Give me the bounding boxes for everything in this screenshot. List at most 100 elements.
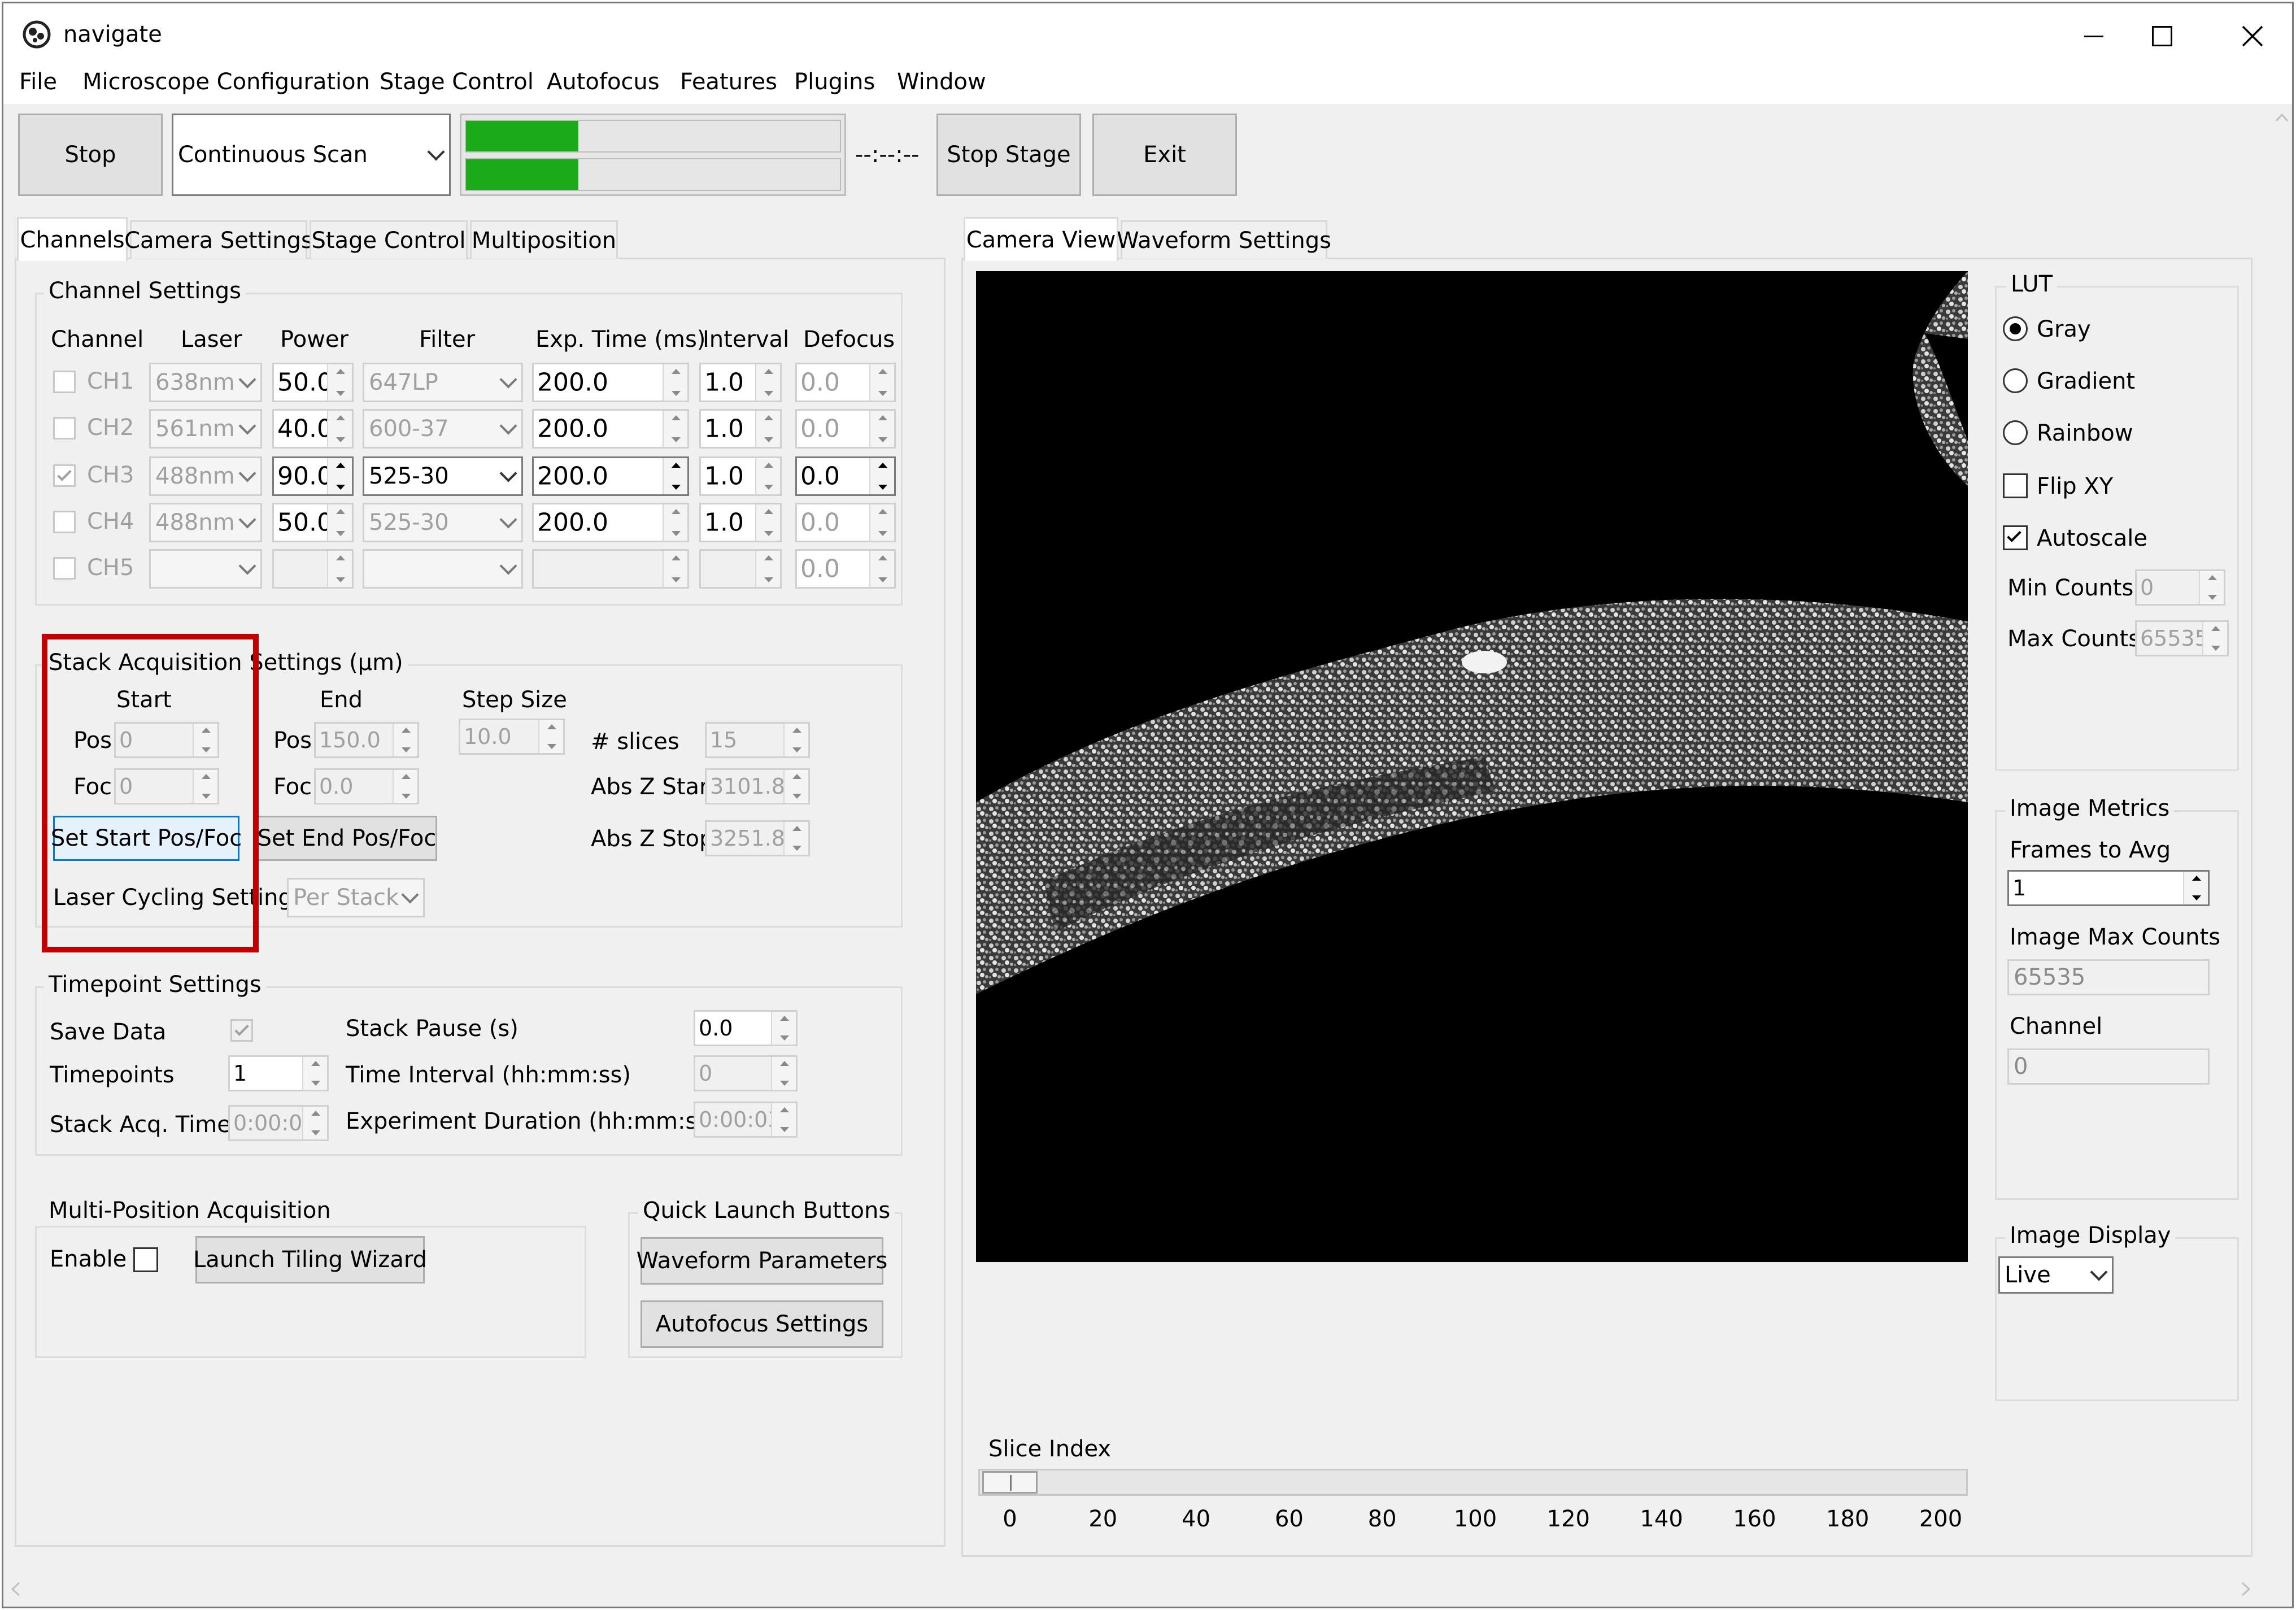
menu-microscope-configuration[interactable]: Microscope Configuration [82,69,370,95]
interval-spinbox[interactable]: 1.0 [699,503,782,542]
exposure-spinbox[interactable]: 200.0 [532,409,689,449]
interval-spinbox[interactable]: 1.0 [699,363,782,402]
stack-pause-spinbox[interactable]: 0.0 [694,1010,798,1046]
lut-rainbow-radio[interactable] [2003,420,2028,445]
spin-arrows-icon [302,1107,327,1139]
defocus-spinbox[interactable]: 0.0 [795,503,896,542]
filter-select[interactable]: 525-30 [363,456,523,496]
tab-waveform-settings[interactable]: Waveform Settings [1117,220,1331,259]
end-pos-spinbox[interactable]: 150.0 [314,722,419,758]
frames-to-avg-spinbox[interactable]: 1 [2007,870,2210,906]
exposure-spinbox[interactable]: 200.0 [532,503,689,542]
filter-select[interactable]: 525-30 [363,503,523,542]
flip-xy-checkbox[interactable] [2003,473,2028,498]
slice-tick-label: 120 [1546,1506,1590,1532]
channel-checkbox[interactable] [53,557,76,580]
minimize-button[interactable] [2059,20,2127,52]
waveform-parameters-button[interactable]: Waveform Parameters [637,1237,887,1285]
timepoints-spinbox[interactable]: 1 [228,1055,329,1091]
exposure-value: 200.0 [537,414,608,443]
save-data-checkbox[interactable] [230,1019,253,1042]
tab-camera-view[interactable]: Camera View [964,217,1118,261]
camera-image[interactable] [976,271,1968,1262]
laser-cycling-select[interactable]: Per Stack [287,878,425,917]
spin-arrows-icon [2202,622,2227,655]
interval-spinbox[interactable] [699,549,782,589]
channel-checkbox[interactable] [53,511,76,533]
filter-select[interactable]: 647LP [363,363,523,402]
tab-channels[interactable]: Channels [17,217,128,261]
laser-select[interactable] [149,549,262,589]
defocus-spinbox[interactable]: 0.0 [795,409,896,449]
power-spinbox[interactable]: 40.0 [272,409,354,449]
menu-file[interactable]: File [19,69,57,95]
lut-gradient-radio[interactable] [2003,368,2028,393]
laser-select[interactable]: 638nm [149,363,262,402]
vertical-scrollbar[interactable] [2272,104,2292,1573]
filter-select[interactable] [363,549,523,589]
menu-window[interactable]: Window [897,69,986,95]
step-size-spinbox[interactable]: 10.0 [459,719,565,755]
power-value: 50.0 [277,368,333,397]
launch-tiling-wizard-button[interactable]: Launch Tiling Wizard [193,1236,427,1283]
time-interval-spinbox[interactable]: 0 [694,1055,798,1091]
filter-select[interactable]: 600-37 [363,409,523,449]
slice-index-slider[interactable] [978,1469,1968,1496]
menu-autofocus[interactable]: Autofocus [547,69,660,95]
chevron-down-icon [499,417,517,435]
image-display-select[interactable]: Live [1998,1256,2114,1294]
menu-plugins[interactable]: Plugins [794,69,875,95]
image-max-counts-label: Image Max Counts [2010,924,2221,950]
acquisition-mode-select[interactable]: Continuous Scan [172,114,451,196]
tab-camera-settings[interactable]: Camera Settings [124,220,313,259]
slice-tick-label: 180 [1826,1506,1870,1532]
defocus-spinbox[interactable]: 0.0 [795,456,896,496]
lut-gray-radio[interactable] [2003,316,2028,341]
stop-button[interactable]: Stop [18,114,163,196]
min-counts-spinbox[interactable]: 0 [2135,569,2225,606]
highlight-box [42,634,259,952]
stack-acq-time-spinbox[interactable]: 0:00:03 [228,1105,329,1141]
maximize-button[interactable] [2127,20,2195,52]
tab-stage-control[interactable]: Stage Control [310,220,468,259]
exposure-spinbox[interactable] [532,549,689,589]
chevron-down-icon [499,511,517,529]
timepoints-label: Timepoints [50,1062,175,1088]
menu-stage-control[interactable]: Stage Control [380,69,534,95]
exit-button[interactable]: Exit [1092,114,1237,196]
defocus-spinbox[interactable]: 0.0 [795,363,896,402]
autoscale-checkbox[interactable] [2003,525,2028,550]
slices-spinbox[interactable]: 15 [705,722,810,758]
defocus-spinbox[interactable]: 0.0 [795,549,896,589]
set-end-pos-foc-button[interactable]: Set End Pos/Foc [256,816,437,861]
interval-spinbox[interactable]: 1.0 [699,456,782,496]
channel-checkbox[interactable] [53,417,76,440]
menu-features[interactable]: Features [680,69,777,95]
slider-thumb[interactable] [982,1471,1038,1494]
max-counts-spinbox[interactable]: 65535 [2135,620,2229,656]
tab-multiposition[interactable]: Multiposition [470,220,618,259]
abs-z-stop-spinbox[interactable]: 3251.8 [705,820,810,856]
laser-select[interactable]: 488nm [149,456,262,496]
power-spinbox[interactable]: 90.0 [272,456,354,496]
enable-multiposition-checkbox[interactable] [133,1247,158,1272]
end-foc-spinbox[interactable]: 0.0 [314,768,419,804]
channel-checkbox[interactable] [53,371,76,393]
experiment-duration-spinbox[interactable]: 0:00:03 [694,1102,798,1138]
stop-stage-button[interactable]: Stop Stage [936,114,1081,196]
close-button[interactable] [2217,20,2285,52]
interval-spinbox[interactable]: 1.0 [699,409,782,449]
autofocus-settings-button[interactable]: Autofocus Settings [641,1300,883,1348]
power-spinbox[interactable]: 50.0 [272,363,354,402]
channel-checkbox[interactable] [53,464,76,487]
power-spinbox[interactable] [272,549,354,589]
exposure-spinbox[interactable]: 200.0 [532,456,689,496]
header-filter: Filter [419,327,476,353]
laser-select[interactable]: 488nm [149,503,262,542]
exposure-spinbox[interactable]: 200.0 [532,363,689,402]
power-spinbox[interactable]: 50.0 [272,503,354,542]
horizontal-scrollbar[interactable] [3,1573,2272,1607]
abs-z-start-spinbox[interactable]: 3101.8 [705,768,810,804]
spin-arrows-icon [869,364,894,401]
laser-select[interactable]: 561nm [149,409,262,449]
